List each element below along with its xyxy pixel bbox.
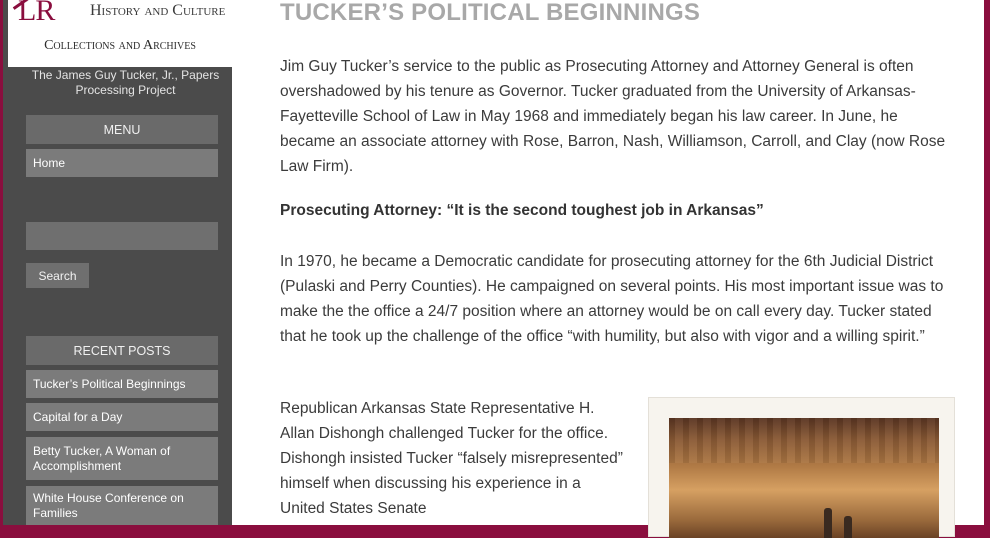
post-photo[interactable] — [669, 418, 939, 538]
photo-figure — [844, 516, 852, 538]
logo-title: History and Culture — [90, 2, 226, 19]
recent-post-link[interactable]: Capital for a Day — [26, 403, 218, 431]
search-button[interactable]: Search — [26, 263, 89, 288]
menu-item-home[interactable]: Home — [26, 149, 218, 177]
search-input[interactable] — [26, 222, 218, 250]
logo-subtitle: Collections and Archives — [44, 38, 196, 53]
logo-monogram: LR — [18, 0, 55, 27]
recent-post-link[interactable]: White House Conference on Families — [26, 486, 218, 525]
project-title: The James Guy Tucker, Jr., Papers Proces… — [31, 68, 220, 97]
site-logo[interactable]: LR History and Culture Collections and A… — [8, 0, 232, 67]
recent-post-link[interactable]: Tucker’s Political Beginnings — [26, 370, 218, 398]
post-paragraph: Republican Arkansas State Representative… — [280, 400, 623, 517]
main-content: TUCKER’S POLITICAL BEGINNINGS Jim Guy Tu… — [232, 0, 984, 538]
photo-figure — [824, 508, 832, 538]
recent-post-link[interactable]: Betty Tucker, A Woman of Accomplishment — [26, 437, 218, 480]
post-paragraph: Jim Guy Tucker’s service to the public a… — [280, 58, 946, 175]
sidebar: LR History and Culture Collections and A… — [3, 0, 232, 525]
post-paragraph: In 1970, he became a Democratic candidat… — [280, 253, 944, 345]
menu-widget-title: MENU — [26, 115, 218, 144]
post-title: TUCKER’S POLITICAL BEGINNINGS — [280, 0, 701, 26]
right-border — [984, 0, 990, 525]
recent-posts-widget-title: RECENT POSTS — [26, 336, 218, 365]
post-image-frame — [648, 397, 955, 538]
photo-wood-paneling — [669, 418, 939, 463]
section-heading: Prosecuting Attorney: “It is the second … — [280, 202, 764, 219]
